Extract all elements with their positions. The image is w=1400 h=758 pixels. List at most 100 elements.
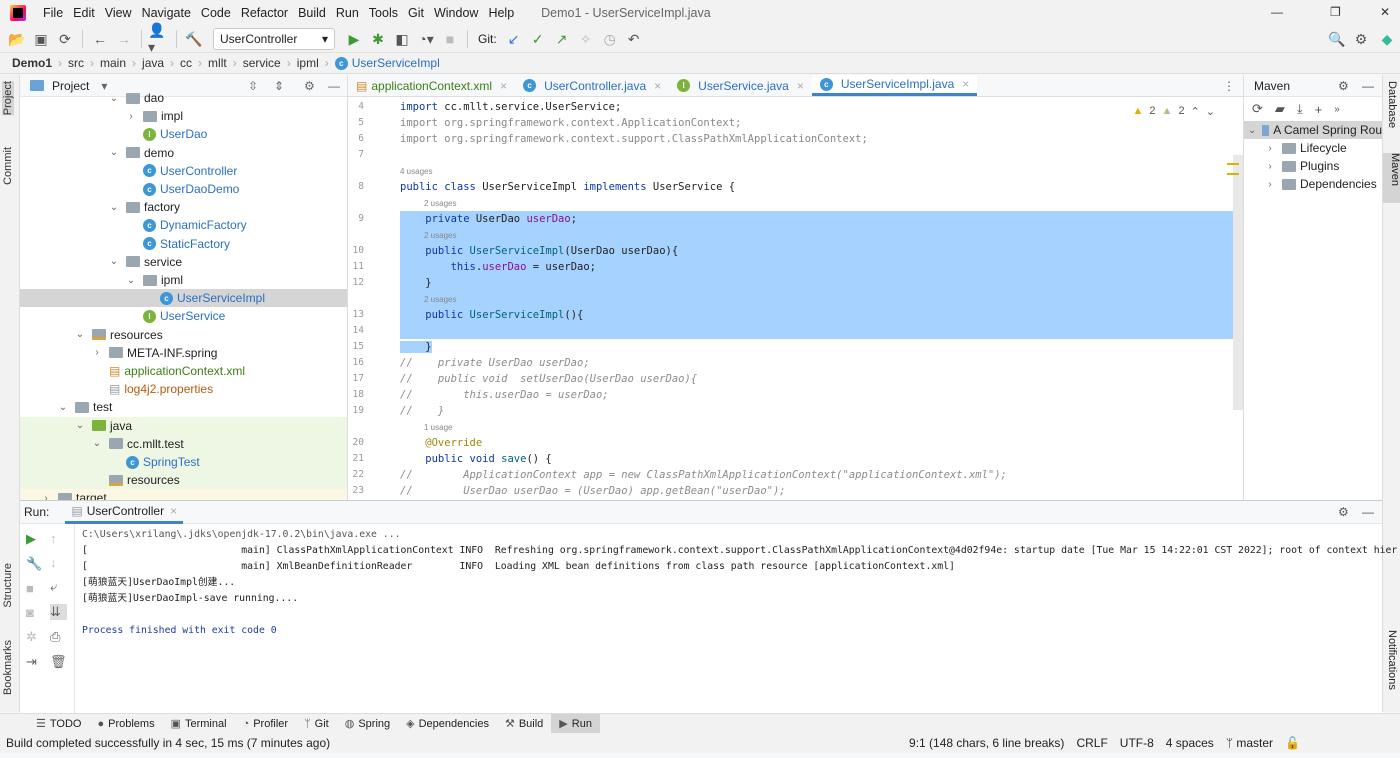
search-icon[interactable]: 🔍	[1326, 28, 1348, 50]
chevron-right-icon[interactable]: ›	[40, 493, 52, 500]
user-icon[interactable]: 👤▾	[148, 22, 170, 55]
tree-item[interactable]: › target	[20, 489, 347, 500]
settings-gear-icon[interactable]: ⚙	[1350, 28, 1372, 50]
tool-tab-problems[interactable]: ● Problems	[89, 714, 162, 734]
restore-layout-icon[interactable]: ✲	[26, 629, 42, 645]
open-folder-icon[interactable]: 📂	[6, 28, 28, 50]
print-icon[interactable]: ⎙	[50, 629, 67, 645]
menu-file[interactable]: File	[38, 6, 68, 20]
editor-scrollbar[interactable]	[1233, 155, 1243, 410]
scroll-to-end-icon[interactable]: ⇊	[50, 604, 67, 620]
usages-hint[interactable]: 2 usages	[424, 199, 456, 208]
soft-wrap-icon[interactable]: ⤶	[50, 579, 67, 595]
tool-tab-profiler[interactable]: ◔ Profiler	[235, 714, 297, 734]
close-icon[interactable]: ×	[654, 79, 661, 93]
run-tab[interactable]: ▤ UserController ×	[65, 501, 184, 524]
build-hammer-icon[interactable]: 🔨	[183, 28, 205, 50]
structure-tool-tab[interactable]: Structure	[2, 563, 14, 608]
usages-hint[interactable]: 2 usages	[424, 231, 456, 240]
chevron-right-icon[interactable]: ›	[1264, 161, 1276, 172]
hide-icon[interactable]: —	[1362, 79, 1374, 93]
exit-icon[interactable]: ⇥	[26, 654, 42, 670]
code-area[interactable]: 4 import cc.mllt.service.UserService; 5 imp…	[353, 97, 1243, 500]
tool-tab-todo[interactable]: ☰ TODO	[28, 714, 89, 734]
tree-item[interactable]: ⌄ resources	[20, 326, 347, 344]
menu-refactor[interactable]: Refactor	[236, 6, 293, 20]
tab-applicationcontext-xml[interactable]: ▤ applicationContext.xml ×	[348, 75, 515, 96]
tree-item[interactable]: ⌄ java	[20, 416, 347, 435]
tree-item[interactable]: ⌄ demo	[20, 144, 347, 162]
chevron-down-icon[interactable]: ⌄	[57, 402, 69, 413]
chevron-down-icon[interactable]: ⌄	[74, 420, 86, 431]
breadcrumb-item[interactable]: UserServiceImpl	[352, 56, 440, 70]
chevron-down-icon[interactable]: ⌄	[125, 275, 137, 286]
tree-item[interactable]: c UserController	[20, 162, 347, 180]
chevron-right-icon[interactable]: ›	[1264, 143, 1276, 154]
run-icon[interactable]: ▶	[343, 28, 365, 50]
breadcrumb-item[interactable]: main	[100, 56, 126, 70]
save-icon[interactable]: ▣	[30, 28, 52, 50]
menu-window[interactable]: Window	[429, 6, 483, 20]
gear-icon[interactable]: ⚙	[1338, 505, 1349, 519]
menu-code[interactable]: Code	[196, 6, 236, 20]
caret-position[interactable]: 9:1 (148 chars, 6 line breaks)	[909, 736, 1064, 750]
usages-hint[interactable]: 2 usages	[424, 295, 456, 304]
menu-run[interactable]: Run	[331, 6, 364, 20]
indent-setting[interactable]: 4 spaces	[1166, 736, 1214, 750]
up-arrow-icon[interactable]: ↑	[50, 531, 67, 546]
project-tool-tab[interactable]: Project	[2, 81, 14, 116]
next-highlight-icon[interactable]: ⌄	[1206, 105, 1215, 118]
git-branch[interactable]: ᛘ master	[1226, 736, 1273, 750]
tool-tab-build[interactable]: ⚒ Build	[497, 714, 551, 734]
breadcrumb-item[interactable]: java	[142, 56, 164, 70]
console-output[interactable]: C:\Users\xrilang\.jdks\openjdk-17.0.2\bi…	[82, 527, 1397, 639]
breadcrumb-item[interactable]: cc	[180, 56, 192, 70]
tree-item[interactable]: I UserDao	[20, 125, 347, 143]
tool-tab-run[interactable]: ▶ Run	[551, 713, 600, 734]
tabs-more-icon[interactable]: ⋮	[1223, 79, 1235, 93]
tree-item[interactable]: c SpringTest	[20, 453, 347, 471]
tree-item[interactable]: c UserServiceImpl	[20, 289, 347, 308]
maven-item-lifecycle[interactable]: › Lifecycle	[1244, 139, 1382, 157]
sync-icon[interactable]: ⟳	[54, 28, 76, 50]
tool-tab-git[interactable]: ᛘ Git	[296, 714, 337, 734]
profile-icon[interactable]: ◔▾	[415, 28, 437, 50]
tree-item[interactable]: c DynamicFactory	[20, 216, 347, 234]
maximize-button[interactable]: ❐	[1330, 5, 1341, 19]
more-icon[interactable]: »	[1334, 104, 1340, 115]
lock-icon[interactable]: 🔓	[1285, 736, 1300, 750]
hide-icon[interactable]: —	[1362, 505, 1374, 519]
debug-icon[interactable]: ✱	[367, 28, 389, 50]
menu-help[interactable]: Help	[483, 6, 519, 20]
chevron-right-icon[interactable]: ›	[91, 347, 103, 358]
tool-tab-spring[interactable]: ◍ Spring	[337, 714, 398, 734]
maven-root[interactable]: ⌄ A Camel Spring Rou	[1244, 121, 1382, 139]
download-icon[interactable]: ⤓	[1297, 101, 1303, 117]
maven-item-plugins[interactable]: › Plugins	[1244, 157, 1382, 175]
screenshot-icon[interactable]: ◙	[26, 605, 42, 620]
close-icon[interactable]: ×	[797, 79, 804, 93]
chevron-down-icon[interactable]: ⌄	[74, 329, 86, 340]
chevron-down-icon[interactable]: ⌄	[108, 147, 120, 158]
add-icon[interactable]: +	[1315, 102, 1323, 117]
inspection-widget[interactable]: ▲ 2 ▲ 2 ⌃ ⌄	[1133, 105, 1215, 118]
tree-item[interactable]: ⌄ dao	[20, 89, 347, 107]
chevron-down-icon[interactable]: ⌄	[108, 93, 120, 104]
bookmarks-tool-tab[interactable]: Bookmarks	[2, 640, 14, 695]
run-config-select[interactable]: UserController ▾	[213, 28, 335, 50]
back-icon[interactable]: ←	[89, 28, 111, 50]
git-commit-icon[interactable]: ✓	[527, 28, 549, 50]
line-separator[interactable]: CRLF	[1076, 736, 1107, 750]
tab-usercontroller-java[interactable]: c UserController.java ×	[515, 75, 669, 96]
edit-config-icon[interactable]: 🔧	[26, 556, 42, 572]
prev-highlight-icon[interactable]: ⌃	[1191, 105, 1200, 118]
menu-view[interactable]: View	[100, 6, 137, 20]
menu-edit[interactable]: Edit	[68, 6, 100, 20]
reload-icon[interactable]: ⟳	[1252, 101, 1263, 117]
tree-item[interactable]: › impl	[20, 107, 347, 125]
breadcrumb-item[interactable]: src	[68, 56, 84, 70]
stop-icon[interactable]: ■	[439, 28, 461, 50]
tree-item[interactable]: c UserDaoDemo	[20, 180, 347, 198]
chevron-down-icon[interactable]: ⌄	[91, 438, 103, 449]
tree-item[interactable]: resources	[20, 471, 347, 490]
